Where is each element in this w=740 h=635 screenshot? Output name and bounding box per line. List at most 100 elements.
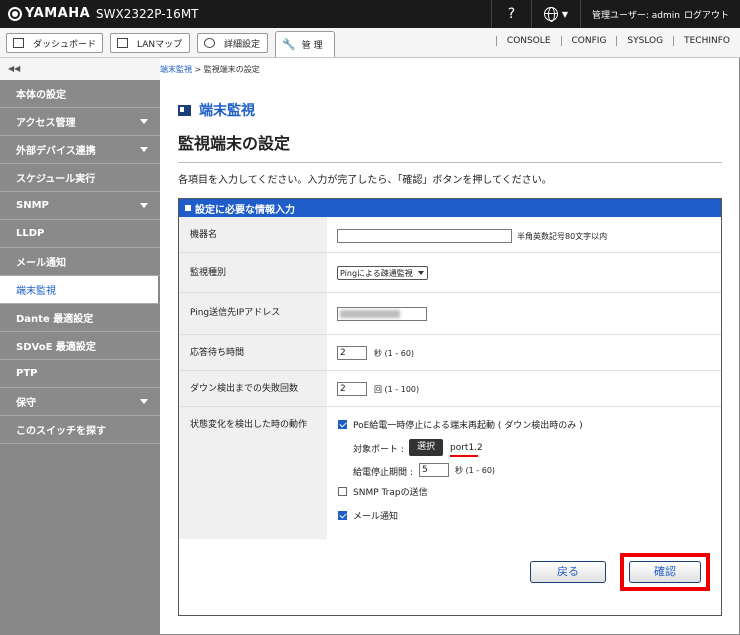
sidebar-item-main-settings[interactable]: 本体の設定 (0, 80, 160, 108)
lanmap-icon (117, 38, 128, 48)
row-device-name: 機器名 半角英数記号80文字以内 (179, 217, 721, 253)
caret-down-icon: ▼ (561, 9, 569, 19)
sidebar-item-access[interactable]: アクセス管理 (0, 108, 160, 136)
device-name-hint: 半角英数記号80文字以内 (517, 232, 608, 241)
sidebar-item-schedule[interactable]: スケジュール実行 (0, 164, 160, 192)
admin-user-label: 管理ユーザー: admin (592, 11, 680, 21)
sidebar-item-dante[interactable]: Dante 最適設定 (0, 304, 160, 332)
action-value-cell: PoE給電一時停止による端末再起動 ( ダウン検出時のみ ) 対象ポート : 選… (327, 407, 721, 539)
yamaha-logo: YAMAHA (8, 6, 90, 21)
sidebar-item-mail[interactable]: メール通知 (0, 248, 160, 276)
globe-icon (543, 7, 558, 22)
sidebar-item-label: SNMP (16, 200, 49, 211)
sidebar: ◀◀ 本体の設定 アクセス管理 外部デバイス連携 スケジュール実行 SNMP L… (0, 58, 160, 635)
language-button[interactable]: ▼ (531, 0, 581, 28)
logout-link[interactable]: ログアウト (684, 8, 729, 21)
row-ping-ip: Ping送信先IPアドレス (179, 293, 721, 335)
yamaha-mark-icon (8, 6, 22, 21)
port-select-button[interactable]: 選択 (409, 439, 443, 456)
tab-lanmap-label: LANマップ (137, 39, 183, 50)
tab-admin-label: 管 理 (301, 41, 323, 51)
square-icon (185, 205, 191, 211)
breadcrumb: 端末監視 > 監視端末の設定 (160, 64, 260, 75)
sidebar-item-label: 端末監視 (16, 286, 56, 297)
stop-period-label: 給電停止期間 : (353, 468, 413, 478)
response-wait-input[interactable]: 2 (337, 346, 367, 360)
chevron-down-icon (140, 399, 148, 404)
sidebar-item-label: LLDP (16, 228, 45, 239)
tab-admin[interactable]: 🔧 管 理 (275, 31, 335, 57)
sidebar-item-label: このスイッチを探す (16, 426, 106, 437)
top-bar: YAMAHA SWX2322P-16MT ? ▼ 管理ユーザー: admin ロ… (0, 0, 740, 28)
techinfo-link[interactable]: TECHINFO (673, 36, 740, 46)
response-wait-unit: 秒 (1 - 60) (374, 349, 415, 358)
section-icon (178, 104, 191, 116)
help-button[interactable]: ? (491, 0, 531, 28)
monitor-type-value-cell: Pingによる疎通監視 (327, 253, 721, 292)
tab-detail-label: 詳細設定 (224, 39, 261, 50)
model-name: SWX2322P-16MT (96, 7, 199, 21)
row-response-wait: 応答待ち時間 2 秒 (1 - 60) (179, 335, 721, 371)
device-name-input[interactable] (337, 229, 512, 243)
sidebar-item-label: 本体の設定 (16, 90, 66, 101)
chevron-down-icon (140, 119, 148, 124)
device-name-label: 機器名 (179, 217, 327, 252)
form-header: 設定に必要な情報入力 (179, 199, 721, 217)
row-monitor-type: 監視種別 Pingによる疎通監視 (179, 253, 721, 293)
sidebar-item-maintenance[interactable]: 保守 (0, 388, 160, 416)
syslog-link[interactable]: SYSLOG (616, 36, 673, 46)
back-button[interactable]: 戻る (530, 561, 606, 583)
row-action: 状態変化を検出した時の動作 PoE給電一時停止による端末再起動 ( ダウン検出時… (179, 407, 721, 539)
wrench-icon: 🔧 (282, 38, 296, 51)
brand-name: YAMAHA (25, 6, 91, 21)
sidebar-item-label: Dante 最適設定 (16, 314, 94, 325)
ping-ip-input[interactable] (337, 307, 427, 321)
fail-count-unit: 回 (1 - 100) (374, 385, 420, 394)
page-title: 監視端末の設定 (178, 134, 291, 153)
confirm-button[interactable]: 確認 (629, 561, 701, 583)
section-title: 端末監視 (178, 100, 255, 120)
mail-notify-checkbox[interactable] (338, 511, 347, 520)
dashboard-icon (13, 38, 24, 48)
sidebar-collapse-button[interactable]: ◀◀ (0, 58, 160, 80)
monitor-type-label: 監視種別 (179, 253, 327, 292)
breadcrumb-link[interactable]: 端末監視 (160, 65, 192, 74)
console-link[interactable]: CONSOLE (495, 36, 561, 46)
row-fail-count: ダウン検出までの失敗回数 2 回 (1 - 100) (179, 371, 721, 407)
stop-period-unit: 秒 (1 - 60) (455, 466, 496, 475)
form-header-text: 設定に必要な情報入力 (195, 204, 295, 216)
tab-detail-settings[interactable]: 詳細設定 (197, 33, 268, 53)
fail-count-label: ダウン検出までの失敗回数 (179, 371, 327, 406)
ping-ip-value-cell (327, 293, 721, 334)
sidebar-item-label: アクセス管理 (16, 118, 76, 129)
port-highlight-underline (450, 455, 478, 457)
sidebar-item-label: 保守 (16, 398, 36, 409)
mail-notify-label: メール通知 (353, 512, 399, 522)
poe-restart-checkbox[interactable] (338, 420, 347, 429)
breadcrumb-separator: > (192, 65, 204, 74)
fail-count-input[interactable]: 2 (337, 382, 367, 396)
sidebar-item-terminal-monitor[interactable]: 端末監視 (0, 276, 160, 304)
tab-dashboard[interactable]: ダッシュボード (6, 33, 103, 53)
sidebar-item-snmp[interactable]: SNMP (0, 192, 160, 220)
sidebar-item-lldp[interactable]: LLDP (0, 220, 160, 248)
confirm-highlight-box: 確認 (620, 553, 710, 591)
monitor-type-select[interactable]: Pingによる疎通監視 (337, 266, 428, 280)
menu-bar: ダッシュボード LANマップ 詳細設定 🔧 管 理 CONSOLE CONFIG… (0, 28, 740, 58)
title-divider (178, 162, 722, 163)
instruction-text: 各項目を入力してください。入力が完了したら、「確認」ボタンを押してください。 (178, 175, 552, 186)
stop-period-input[interactable]: 5 (419, 463, 449, 477)
chevron-down-icon (140, 147, 148, 152)
sidebar-item-label: メール通知 (16, 258, 66, 269)
tab-dashboard-label: ダッシュボード (33, 39, 97, 50)
tab-lanmap[interactable]: LANマップ (110, 33, 190, 53)
sidebar-item-sdvoe[interactable]: SDVoE 最適設定 (0, 332, 160, 360)
sidebar-item-ptp[interactable]: PTP (0, 360, 160, 388)
sidebar-item-find-switch[interactable]: このスイッチを探す (0, 416, 160, 444)
fail-count-value-cell: 2 回 (1 - 100) (327, 371, 721, 406)
config-link[interactable]: CONFIG (560, 36, 617, 46)
action-label: 状態変化を検出した時の動作 (179, 407, 327, 539)
sidebar-item-external-device[interactable]: 外部デバイス連携 (0, 136, 160, 164)
snmp-trap-checkbox[interactable] (338, 487, 347, 496)
sidebar-item-label: SDVoE 最適設定 (16, 342, 96, 353)
